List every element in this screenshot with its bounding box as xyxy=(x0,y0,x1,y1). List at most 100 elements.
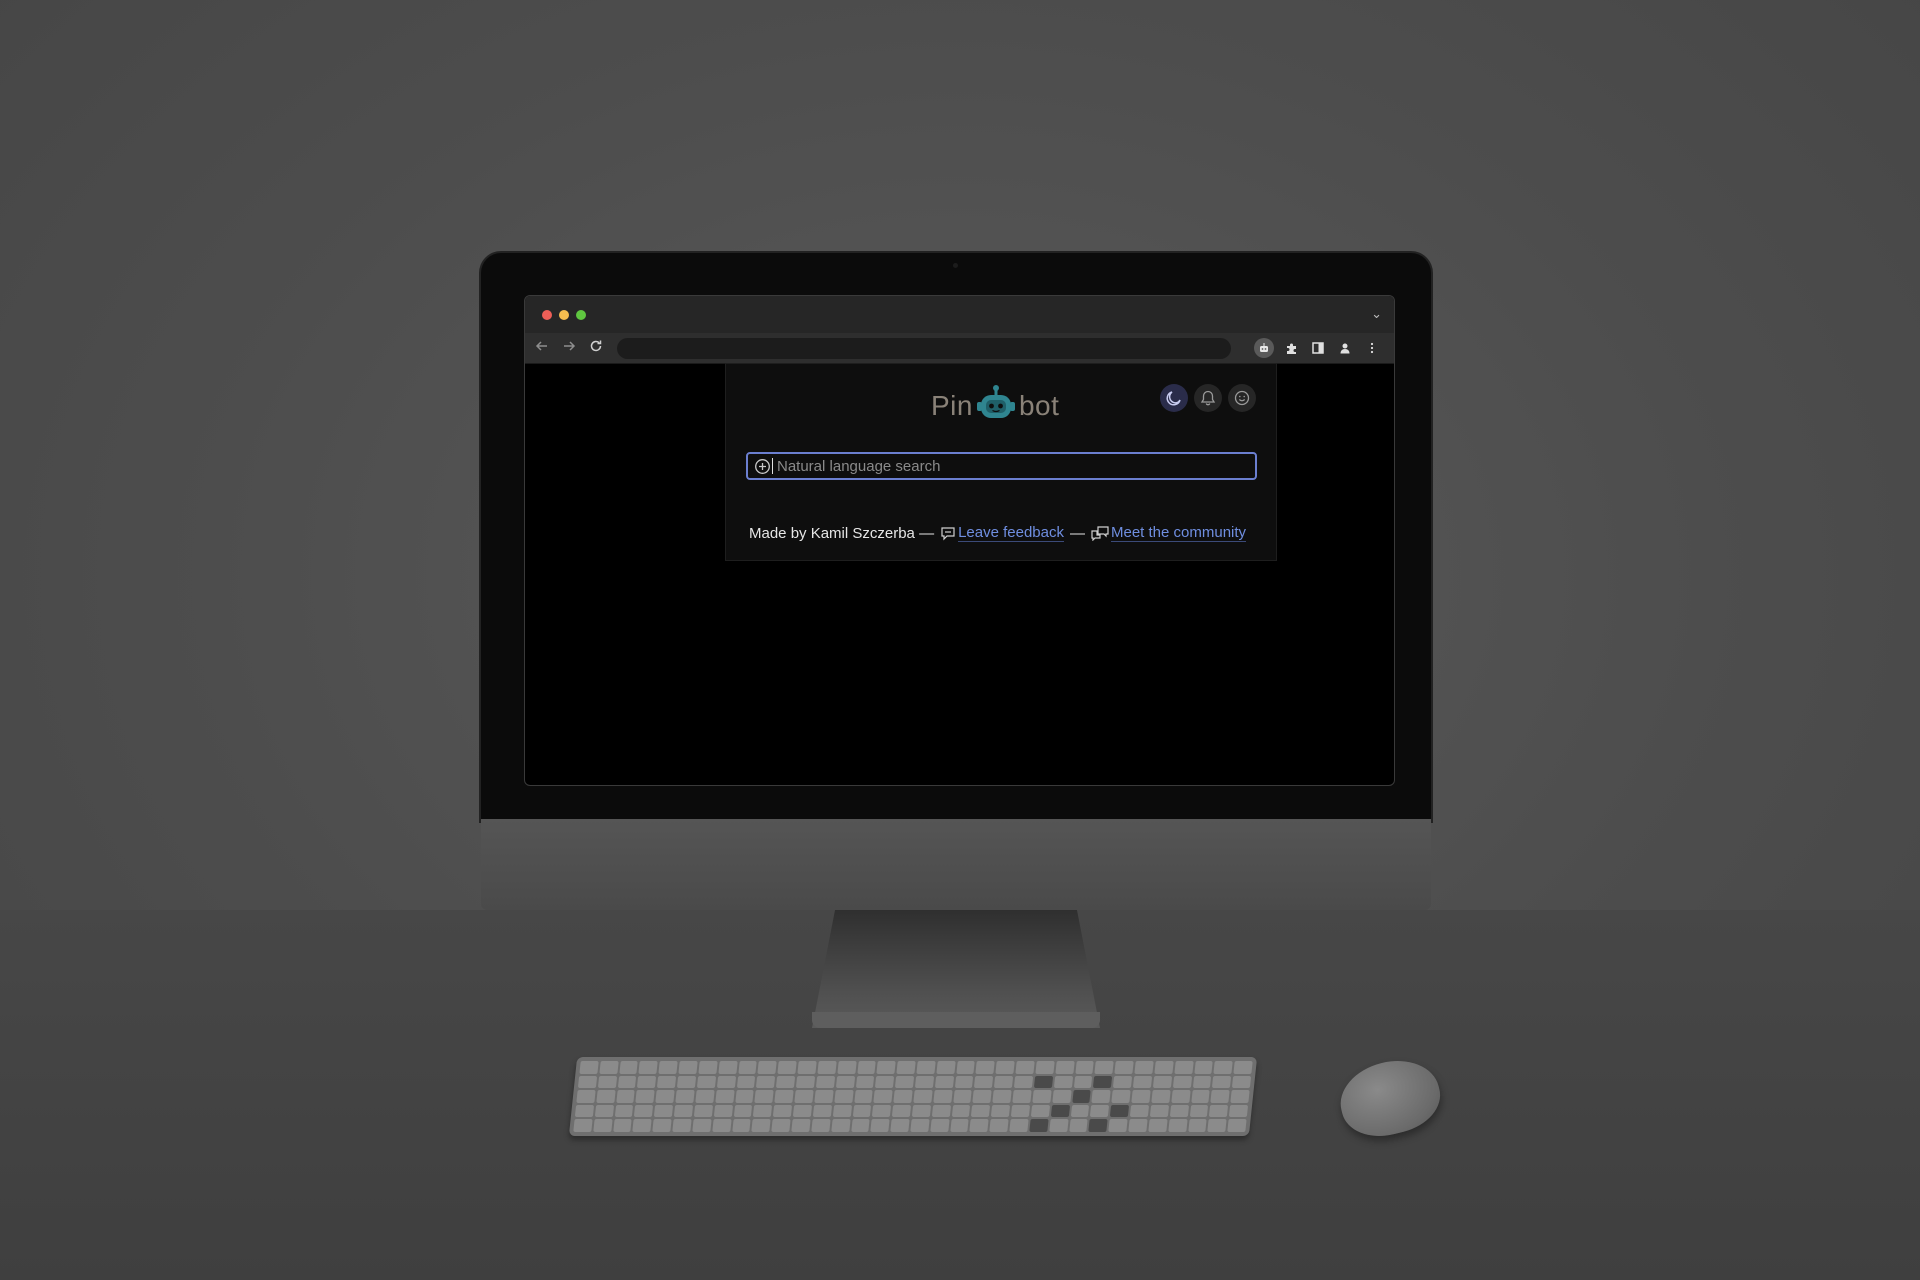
search-box[interactable] xyxy=(746,452,1257,480)
pinbot-popup: Pin bot Natural language search Made by … xyxy=(725,363,1277,561)
keyboard-key xyxy=(930,1119,950,1132)
side-panel-icon[interactable] xyxy=(1308,338,1328,358)
keyboard-key xyxy=(1010,1104,1031,1118)
meet-the-community-link[interactable]: Meet the community xyxy=(1111,524,1247,542)
keyboard-key xyxy=(619,1061,639,1074)
tab-search-dropdown-icon[interactable]: ⌄ xyxy=(1371,307,1382,321)
keyboard-key xyxy=(994,1075,1014,1089)
keyboard-key xyxy=(1094,1061,1114,1074)
keyboard-key xyxy=(890,1119,910,1132)
keyboard-key xyxy=(1074,1061,1095,1074)
leave-feedback-link[interactable]: Leave feedback xyxy=(958,524,1064,542)
keyboard-key xyxy=(872,1104,892,1118)
keyboard-key xyxy=(672,1119,692,1132)
keyboard-key xyxy=(696,1075,716,1089)
keyboard-key xyxy=(1071,1090,1092,1103)
keyboard-key xyxy=(1090,1104,1110,1118)
keyboard-key xyxy=(658,1061,678,1074)
keyboard-key xyxy=(830,1119,851,1132)
keyboard-key xyxy=(870,1119,890,1132)
keyboard-key xyxy=(1088,1119,1108,1132)
keyboard-key xyxy=(1050,1104,1070,1118)
keyboard-key xyxy=(974,1075,994,1089)
reload-icon[interactable] xyxy=(587,339,605,357)
keyboard-key xyxy=(718,1061,738,1074)
keyboard-key xyxy=(573,1119,593,1132)
keyboard-key xyxy=(1233,1061,1253,1074)
keyboard-key xyxy=(1070,1104,1090,1118)
keyboard-key xyxy=(751,1119,771,1132)
kebab-menu-icon[interactable] xyxy=(1362,338,1382,358)
keyboard-key xyxy=(1169,1104,1189,1118)
keyboard-key xyxy=(612,1119,633,1132)
community-chat-icon xyxy=(1091,525,1109,541)
keyboard-key xyxy=(693,1104,713,1118)
monitor-stand-base xyxy=(812,1012,1100,1028)
keyboard-key xyxy=(855,1075,875,1089)
keyboard-key xyxy=(731,1119,752,1132)
keyboard-key xyxy=(989,1119,1009,1132)
keyboard-key xyxy=(599,1061,619,1074)
keyboard-key xyxy=(1128,1119,1148,1132)
keyboard-key xyxy=(1190,1090,1211,1103)
keyboard-key xyxy=(1030,1104,1050,1118)
keyboard-key xyxy=(1209,1104,1229,1118)
keyboard-key xyxy=(971,1104,991,1118)
keyboard-key xyxy=(776,1075,796,1089)
moon-icon[interactable] xyxy=(1160,384,1188,412)
keyboard-key xyxy=(1053,1075,1073,1089)
keyboard-key xyxy=(1052,1090,1072,1103)
keyboard-key xyxy=(632,1119,652,1132)
keyboard-key xyxy=(638,1061,659,1074)
keyboard-key xyxy=(1212,1075,1232,1089)
keyboard-key xyxy=(652,1119,672,1132)
natural-language-search-input[interactable] xyxy=(773,455,1255,477)
keyboard-key xyxy=(1172,1075,1192,1089)
keyboard-key xyxy=(1227,1119,1247,1132)
keyboard-key xyxy=(596,1090,616,1103)
keyboard-key xyxy=(657,1075,677,1089)
keyboard-key xyxy=(614,1104,634,1118)
keyboard-key xyxy=(1033,1075,1053,1089)
bell-icon[interactable] xyxy=(1194,384,1222,412)
keyboard-key xyxy=(911,1104,931,1118)
maximize-window-button[interactable] xyxy=(576,310,586,320)
browser-toolbar xyxy=(525,333,1394,364)
keyboard-key xyxy=(715,1090,735,1103)
keyboard-key xyxy=(1187,1119,1207,1132)
keyboard-key xyxy=(956,1061,976,1074)
browser-window: ⌄ Pin bot Natural language search Made b… xyxy=(524,295,1395,786)
keyboard-key xyxy=(673,1104,694,1118)
keyboard-key xyxy=(972,1090,992,1103)
keyboard-key xyxy=(678,1061,698,1074)
keyboard-key xyxy=(992,1090,1012,1103)
keyboard-key xyxy=(692,1119,712,1132)
keyboard-key xyxy=(954,1075,974,1089)
monitor-stand xyxy=(812,910,1100,1028)
speech-bubble-icon xyxy=(940,526,956,541)
keyboard-key xyxy=(1134,1061,1154,1074)
keyboard-key xyxy=(1152,1075,1172,1089)
keyboard-key xyxy=(734,1090,755,1103)
keyboard-key xyxy=(794,1090,814,1103)
keyboard-key xyxy=(1035,1061,1055,1074)
keyboard-key xyxy=(576,1090,596,1103)
keyboard-key xyxy=(1167,1119,1188,1132)
smiley-icon[interactable] xyxy=(1228,384,1256,412)
minimize-window-button[interactable] xyxy=(559,310,569,320)
puzzle-icon[interactable] xyxy=(1281,338,1301,358)
keyboard-key xyxy=(577,1075,598,1089)
text-caret xyxy=(772,458,773,474)
profile-icon[interactable] xyxy=(1335,338,1355,358)
keyboard-key xyxy=(637,1075,657,1089)
close-window-button[interactable] xyxy=(542,310,552,320)
keyboard-key xyxy=(635,1090,655,1103)
address-bar[interactable] xyxy=(617,338,1231,359)
keyboard-key xyxy=(896,1061,916,1074)
keyboard-key xyxy=(579,1061,599,1074)
forward-arrow-icon[interactable] xyxy=(560,339,578,357)
add-circle-icon[interactable] xyxy=(751,458,773,475)
back-arrow-icon[interactable] xyxy=(533,339,551,357)
robot-extension-icon[interactable] xyxy=(1254,338,1274,358)
keyboard-key xyxy=(753,1104,773,1118)
